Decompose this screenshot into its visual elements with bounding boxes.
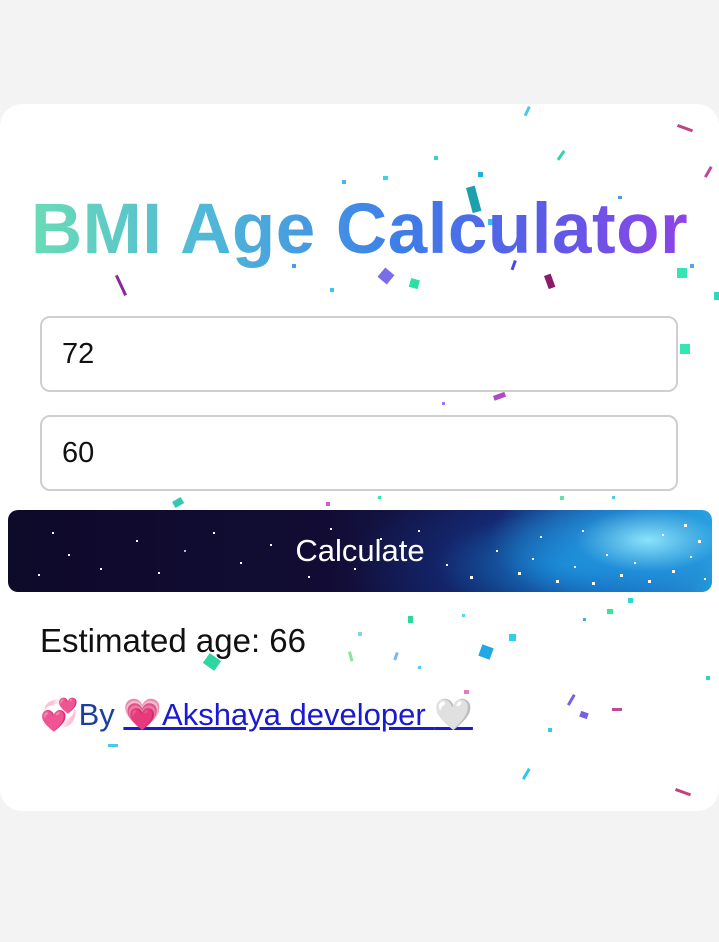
calculator-card: BMI Age Calculator 72 60 Calculate Estim… xyxy=(0,104,719,811)
white-heart-icon: 🤍 xyxy=(434,697,473,733)
sparkling-hearts-icon: 💞 xyxy=(40,697,79,733)
result-text: Estimated age: 66 xyxy=(40,622,306,659)
calculate-label: Calculate xyxy=(295,533,425,568)
weight-input[interactable] xyxy=(40,316,678,392)
page-title: BMI Age Calculator xyxy=(0,190,719,270)
growing-heart-icon: 💗 xyxy=(123,697,163,733)
height-input[interactable] xyxy=(40,415,678,491)
credit-line: 💞By 💗Akshaya developer 🤍 xyxy=(40,696,473,733)
credit-by-label: By xyxy=(78,697,124,732)
calculate-button[interactable]: Calculate xyxy=(8,510,712,592)
developer-link-text: Akshaya developer xyxy=(162,697,435,732)
developer-link[interactable]: 💗Akshaya developer 🤍 xyxy=(123,697,473,733)
